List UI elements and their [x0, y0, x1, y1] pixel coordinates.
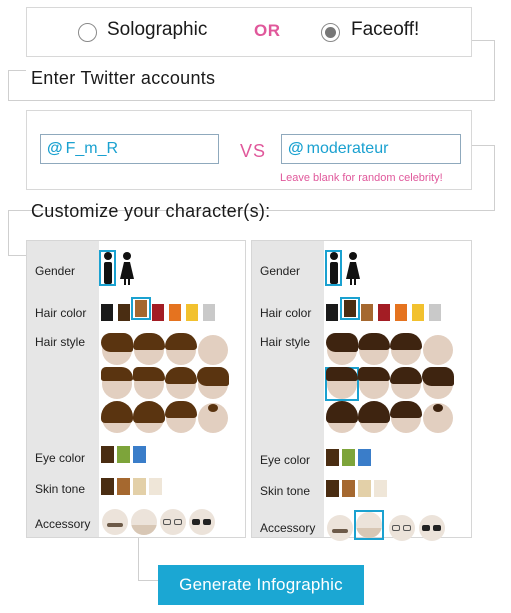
mode-selector: Solographic OR Faceoff! — [26, 7, 472, 57]
male-icon[interactable] — [100, 251, 116, 287]
skin-tone-swatch[interactable] — [133, 478, 146, 495]
skin-tone-swatch[interactable] — [117, 478, 130, 495]
eye-color-swatch[interactable] — [101, 446, 114, 463]
hair-style-option[interactable] — [358, 401, 390, 433]
character-1-panel: Gender Hair color Hair style Eye color S… — [26, 240, 246, 538]
account-1-value: F_m_R — [65, 140, 119, 157]
vs-label: VS — [240, 141, 267, 161]
hair-style-option[interactable] — [423, 335, 453, 365]
hair-color-swatch[interactable] — [378, 304, 390, 321]
hair-style-option[interactable] — [198, 335, 228, 365]
accessory-label: Accessory — [35, 517, 91, 531]
glasses-accessory[interactable] — [389, 515, 415, 541]
hair-color-swatch[interactable] — [429, 304, 441, 321]
hair-color-swatch[interactable] — [361, 304, 373, 321]
accessory-label: Accessory — [260, 521, 316, 535]
beard-accessory[interactable] — [327, 515, 353, 541]
eye-color-swatch[interactable] — [358, 449, 371, 466]
eye-color-swatch[interactable] — [342, 449, 355, 466]
twitter-section-title: Enter Twitter accounts — [31, 68, 216, 88]
hair-color-label: Hair color — [35, 306, 87, 320]
eye-color-label: Eye color — [35, 451, 86, 465]
hair-color-swatch[interactable] — [344, 300, 356, 317]
hair-color-swatch[interactable] — [169, 304, 181, 321]
hair-color-swatch[interactable] — [395, 304, 407, 321]
sunglasses-accessory[interactable] — [189, 509, 215, 535]
eye-color-swatch[interactable] — [117, 446, 130, 463]
skin-tone-label: Skin tone — [35, 482, 86, 496]
eye-color-swatch[interactable] — [326, 449, 339, 466]
hair-style-option[interactable] — [165, 333, 197, 365]
hair-style-option[interactable] — [326, 367, 358, 399]
chin-accessory[interactable] — [131, 509, 157, 535]
solographic-label[interactable]: Solographic — [107, 19, 207, 41]
glasses-accessory[interactable] — [160, 509, 186, 535]
hair-color-swatch[interactable] — [412, 304, 424, 321]
at-symbol: @ — [288, 140, 304, 157]
hair-style-option[interactable] — [390, 401, 422, 433]
hair-style-option[interactable] — [326, 333, 358, 365]
hair-style-option[interactable] — [165, 401, 197, 433]
hair-style-option[interactable] — [198, 403, 228, 433]
hair-style-option[interactable] — [358, 367, 390, 399]
hair-style-option[interactable] — [165, 367, 197, 399]
hair-style-option[interactable] — [326, 401, 358, 433]
hair-color-swatch[interactable] — [326, 304, 338, 321]
faceoff-label[interactable]: Faceoff! — [351, 19, 419, 41]
character-2-panel: Gender Hair color Hair style Eye color S… — [251, 240, 472, 541]
hair-style-option[interactable] — [133, 367, 165, 399]
sunglasses-accessory[interactable] — [419, 515, 445, 541]
gender-label: Gender — [260, 264, 301, 278]
skin-tone-swatch[interactable] — [101, 478, 114, 495]
generate-infographic-button[interactable]: Generate Infographic — [158, 565, 364, 605]
solographic-radio[interactable] — [78, 23, 97, 42]
account-2-value: moderateur — [306, 140, 389, 157]
hair-style-option[interactable] — [423, 403, 453, 433]
twitter-accounts-box: @ F_m_R VS @ moderateur Leave blank for ra… — [26, 110, 472, 190]
twitter-account-1-input[interactable]: @ F_m_R — [40, 134, 219, 164]
skin-tone-swatch[interactable] — [374, 480, 387, 497]
skin-tone-swatch[interactable] — [358, 480, 371, 497]
twitter-account-2-input[interactable]: @ moderateur — [281, 134, 461, 164]
hair-style-option[interactable] — [101, 401, 133, 433]
hair-style-option[interactable] — [390, 367, 422, 399]
skin-tone-swatch[interactable] — [326, 480, 339, 497]
hair-style-option[interactable] — [358, 333, 390, 365]
hair-style-option[interactable] — [101, 333, 133, 365]
eye-color-swatch[interactable] — [133, 446, 146, 463]
skin-tone-swatch[interactable] — [149, 478, 162, 495]
hair-style-option[interactable] — [133, 401, 165, 433]
chin-accessory[interactable] — [356, 512, 382, 538]
hair-style-option[interactable] — [390, 333, 422, 365]
hair-style-label: Hair style — [35, 335, 86, 349]
hair-color-swatch[interactable] — [135, 300, 147, 317]
customize-section-title: Customize your character(s): — [31, 201, 271, 221]
hair-color-swatch[interactable] — [118, 304, 130, 321]
hair-style-option[interactable] — [101, 367, 133, 399]
skin-tone-swatch[interactable] — [342, 480, 355, 497]
beard-accessory[interactable] — [102, 509, 128, 535]
hair-style-option[interactable] — [422, 367, 454, 399]
hair-color-swatch[interactable] — [152, 304, 164, 321]
female-icon[interactable] — [119, 251, 135, 287]
hair-color-label: Hair color — [260, 306, 312, 320]
hair-style-option[interactable] — [133, 333, 165, 365]
gender-label: Gender — [35, 264, 76, 278]
hair-style-label: Hair style — [260, 335, 311, 349]
skin-tone-label: Skin tone — [260, 484, 311, 498]
or-label: OR — [254, 21, 281, 40]
male-icon[interactable] — [326, 251, 342, 287]
hair-color-swatch[interactable] — [203, 304, 215, 321]
female-icon[interactable] — [345, 251, 361, 287]
eye-color-label: Eye color — [260, 453, 311, 467]
hair-color-swatch[interactable] — [101, 304, 113, 321]
at-symbol: @ — [47, 140, 63, 157]
faceoff-radio[interactable] — [321, 23, 340, 42]
hair-style-option[interactable] — [197, 367, 229, 399]
random-celebrity-hint: Leave blank for random celebrity! — [280, 172, 443, 184]
hair-color-swatch[interactable] — [186, 304, 198, 321]
